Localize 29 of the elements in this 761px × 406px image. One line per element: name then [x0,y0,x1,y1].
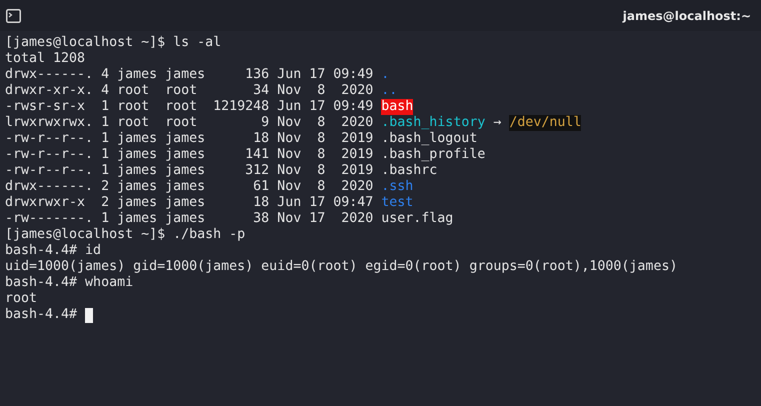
directory-name: test [381,195,414,211]
terminal-text: bash-4.4# id [5,243,102,259]
setuid-file-name: bash [381,99,414,115]
terminal-text: [james@localhost ~]$ ./bash -p [5,227,246,243]
terminal-text: → [492,115,502,131]
terminal-text: drwx------. 2 james james 61 Nov 8 2020 [5,179,374,195]
directory-name: .ssh [381,179,414,195]
directory-name: . [381,67,390,83]
terminal-text: [james@localhost ~]$ ls -al [5,35,222,51]
link-target: /dev/null [509,115,582,131]
terminal-text: bash-4.4# [5,307,78,323]
terminal-text: -rwsr-sr-x 1 root root 1219248 Jun 17 09:49 [5,99,374,115]
symlink-name: .bash_history [381,115,486,131]
terminal-text: uid=1000(james) gid=1000(james) euid=0(root) egid=0(root) groups=0(root),1000(james) [5,259,678,275]
terminal-text: drwx------. 4 james james 136 Jun 17 09:49 [5,67,374,83]
terminal-text: drwxr-xr-x. 4 root root 34 Nov 8 2020 [5,83,374,99]
terminal-text: lrwxrwxrwx. 1 root root 9 Nov 8 2020 [5,115,374,131]
directory-name: .. [381,83,398,99]
terminal-text: bash-4.4# whoami [5,275,134,291]
terminal-text: drwxrwxr-x 2 james james 18 Jun 17 09:47 [5,195,374,211]
terminal-text: root [5,291,38,307]
terminal-icon [6,8,21,22]
terminal-text: -rw-r--r--. 1 james james 18 Nov 8 2019 .bash_logout [5,131,478,147]
terminal-text: -rw-r--r--. 1 james james 141 Nov 8 2019 .bash_profile [5,147,486,163]
terminal-text: -rw-r--r--. 1 james james 312 Nov 8 2019 .bashrc [5,163,438,179]
window-title: james@localhost:~ [622,8,751,22]
terminal-text: -rw-------. 1 james james 38 Nov 17 2020 user.flag [5,211,454,227]
terminal-text: total 1208 [5,51,86,67]
text-cursor [85,308,94,322]
